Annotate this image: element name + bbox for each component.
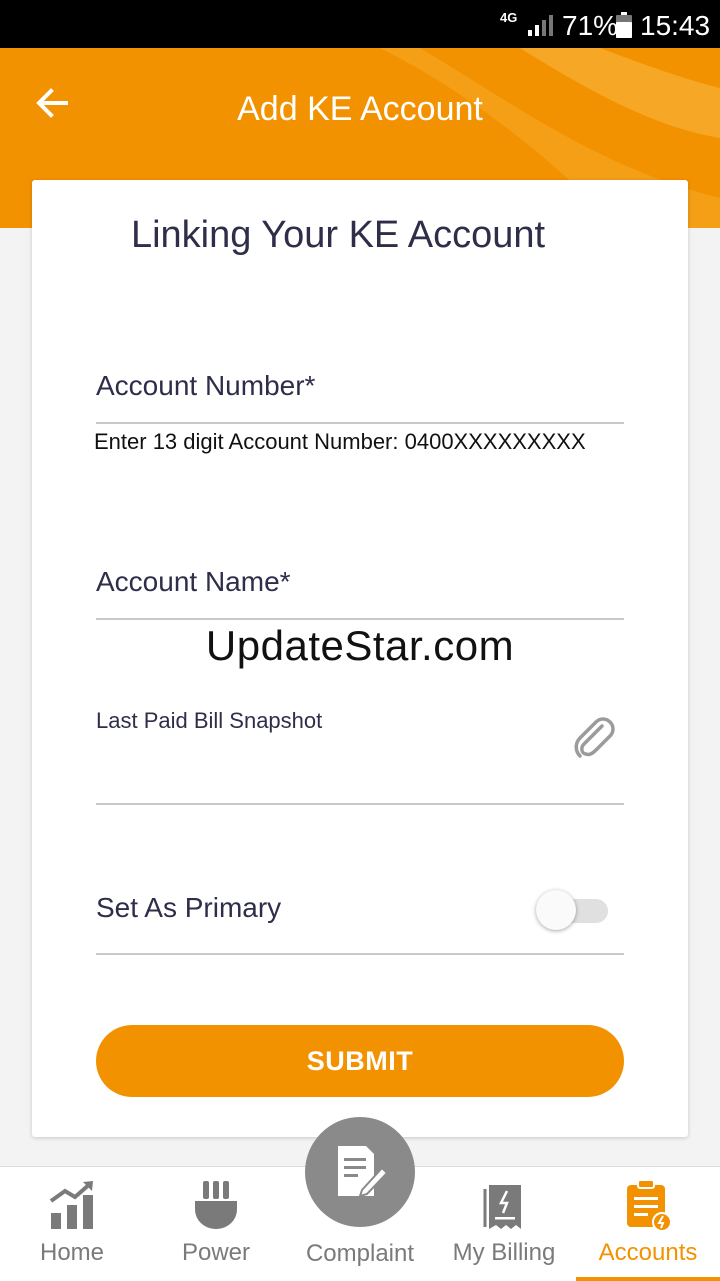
battery-percent: 71% (562, 10, 619, 41)
watermark-text: UpdateStar.com (205, 622, 515, 669)
account-name-input[interactable] (96, 574, 624, 620)
page-title: Add KE Account (237, 90, 483, 128)
nav-label-power: Power (181, 1239, 251, 1266)
form-heading: Linking Your KE Account (130, 214, 546, 256)
toggle-thumb (536, 890, 576, 930)
nav-item-accounts[interactable]: Accounts (576, 1167, 720, 1281)
complaint-fab-button[interactable] (305, 1117, 415, 1227)
receipt-icon (483, 1185, 521, 1229)
set-primary-label: Set As Primary (96, 892, 282, 923)
nav-label-complaint[interactable]: Complaint (288, 1240, 432, 1268)
account-number-input[interactable] (96, 378, 624, 424)
battery-icon (616, 12, 632, 38)
account-number-hint: Enter 13 digit Account Number: 0400XXXXX… (94, 429, 586, 454)
signal-icon (528, 15, 553, 36)
paperclip-icon[interactable] (572, 716, 616, 762)
submit-button[interactable]: SUBMIT (96, 1025, 624, 1097)
set-primary-divider (96, 953, 624, 955)
active-tab-indicator (576, 1277, 720, 1281)
link-account-card: Linking Your KE Account Account Number* … (32, 180, 688, 1137)
nav-label-home: Home (39, 1239, 105, 1266)
nav-label-my-billing: My Billing (452, 1239, 556, 1266)
clipboard-icon (627, 1179, 672, 1231)
nav-item-power[interactable]: Power (144, 1167, 288, 1281)
bill-snapshot-divider (96, 803, 624, 805)
nav-item-home[interactable]: Home (0, 1167, 144, 1281)
set-primary-toggle[interactable] (534, 888, 610, 932)
clock: 15:43 (640, 10, 711, 41)
network-indicator: 4G (500, 10, 518, 25)
nav-label-accounts: Accounts (598, 1239, 698, 1266)
status-bar: 4G 71% 15:43 (0, 0, 720, 48)
bar-chart-icon (49, 1181, 93, 1229)
edit-document-icon (338, 1146, 388, 1198)
plug-icon (195, 1181, 237, 1229)
nav-item-my-billing[interactable]: My Billing (432, 1167, 576, 1281)
bill-snapshot-label: Last Paid Bill Snapshot (96, 708, 323, 733)
